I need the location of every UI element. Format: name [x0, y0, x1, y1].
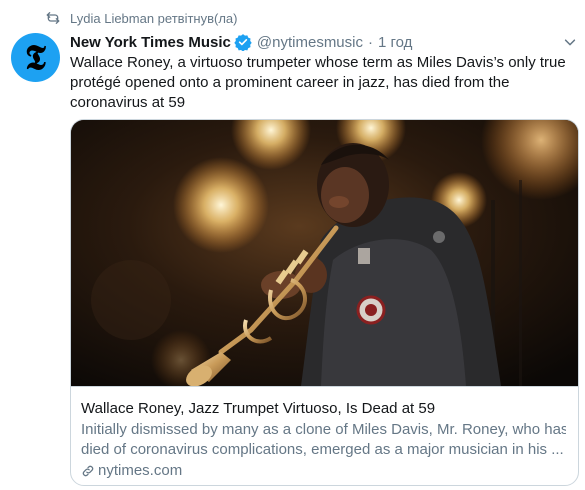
chevron-down-icon[interactable]: [562, 34, 578, 50]
tweet-header: New York Times Music @nytimesmusic · 1 г…: [70, 32, 412, 52]
verified-badge-icon: [234, 33, 252, 52]
retweeter-link[interactable]: Lydia Liebman ретвітнув(ла): [70, 11, 237, 26]
author-handle[interactable]: @nytimesmusic: [257, 34, 363, 51]
card-description-line: Initially dismissed by many as a clone o…: [81, 421, 566, 438]
card-body[interactable]: Wallace Roney, Jazz Trumpet Virtuoso, Is…: [71, 386, 578, 485]
link-icon: [81, 464, 95, 478]
separator-dot: ·: [367, 33, 373, 51]
card-domain-text: nytimes.com: [98, 462, 183, 479]
card-title: Wallace Roney, Jazz Trumpet Virtuoso, Is…: [81, 400, 436, 417]
tweet-timestamp[interactable]: 1 год: [378, 34, 412, 51]
card-domain: nytimes.com: [81, 462, 182, 479]
photo-trumpet-player: [71, 120, 578, 386]
card-description: Initially dismissed by many as a clone o…: [81, 420, 566, 460]
card-description-line: died of coronavirus complications, emerg…: [81, 441, 564, 458]
avatar[interactable]: 𝕿: [11, 33, 60, 82]
tweet-text: Wallace Roney, a virtuoso trumpeter whos…: [70, 54, 566, 111]
retweet-context: Lydia Liebman ретвітнув(ла): [45, 9, 237, 27]
nyt-logo-icon: 𝕿: [25, 38, 46, 78]
author-name[interactable]: New York Times Music: [70, 34, 231, 51]
card-image[interactable]: [71, 120, 578, 386]
retweet-icon: [45, 10, 61, 26]
link-card[interactable]: Wallace Roney, Jazz Trumpet Virtuoso, Is…: [70, 119, 579, 486]
